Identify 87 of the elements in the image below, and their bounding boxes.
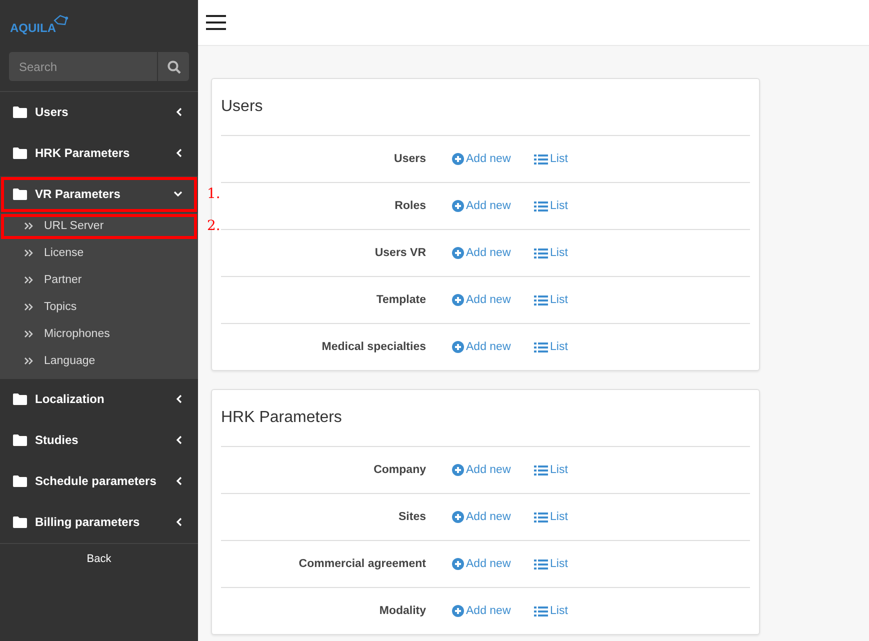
logo-text: AQUILA xyxy=(10,20,56,36)
list-icon xyxy=(534,606,548,616)
submenu-item[interactable]: Microphones xyxy=(0,320,198,348)
add-new-link[interactable]: Add new xyxy=(452,605,511,617)
list-link[interactable]: List xyxy=(534,605,568,617)
row-label: Template xyxy=(375,294,427,306)
menu-item[interactable]: Studies xyxy=(0,420,198,461)
list-icon xyxy=(534,200,548,212)
list-icon xyxy=(534,512,548,522)
add-new-link[interactable]: Add new xyxy=(452,464,511,476)
plus-circle-icon xyxy=(452,153,464,165)
plus-circle-icon xyxy=(452,341,464,353)
add-new-link[interactable]: Add new xyxy=(452,153,511,165)
chevron-left-icon xyxy=(175,435,183,446)
folder-icon xyxy=(13,188,27,200)
row-label: Medical specialties xyxy=(320,341,427,353)
folder-icon xyxy=(13,475,27,488)
list-icon xyxy=(534,294,548,306)
search-field[interactable]: Search xyxy=(9,52,157,81)
folder-icon xyxy=(13,106,27,118)
plus-circle-icon xyxy=(452,605,464,617)
double-chevron-icon xyxy=(24,330,33,338)
folder-icon xyxy=(13,516,27,528)
annotation-number: 1. xyxy=(207,186,220,202)
chevron-left-icon xyxy=(175,476,183,486)
list-link[interactable]: List xyxy=(534,558,568,570)
search-button[interactable] xyxy=(157,52,189,81)
plus-circle-icon xyxy=(452,558,464,570)
row-label: Company xyxy=(372,464,427,476)
plus-circle-icon xyxy=(452,464,464,476)
submenu-item[interactable]: Topics xyxy=(0,294,198,321)
card-title: Users xyxy=(221,79,750,136)
menu-item[interactable]: Localization xyxy=(0,378,198,420)
list-icon xyxy=(534,342,548,352)
plus-circle-icon xyxy=(452,511,464,523)
row-label: Roles xyxy=(394,200,427,212)
list-link[interactable]: List xyxy=(534,464,568,476)
submenu-item[interactable]: Partner xyxy=(0,266,198,294)
list-link[interactable]: List xyxy=(534,153,568,165)
menu-item[interactable]: Users xyxy=(0,92,198,133)
back-link[interactable]: Back xyxy=(86,553,112,566)
annotation-number: 2. xyxy=(207,218,220,234)
menu-button[interactable] xyxy=(206,15,226,30)
row-label: Users VR xyxy=(374,247,427,259)
menu-icon xyxy=(206,15,226,30)
row-label: Sites xyxy=(398,511,427,523)
double-chevron-icon xyxy=(24,276,33,284)
search-icon xyxy=(166,60,180,74)
add-new-link[interactable]: Add new xyxy=(452,511,511,523)
double-chevron-icon xyxy=(24,249,33,258)
add-new-link[interactable]: Add new xyxy=(452,247,511,259)
add-new-link[interactable]: Add new xyxy=(452,294,511,306)
list-icon xyxy=(534,248,548,258)
double-chevron-icon xyxy=(24,222,33,230)
folder-icon xyxy=(13,434,27,446)
chevron-left-icon xyxy=(175,517,183,528)
menu-item[interactable]: HRK Parameters xyxy=(0,132,198,174)
list-link[interactable]: List xyxy=(534,511,568,523)
double-chevron-icon xyxy=(24,357,33,366)
plus-circle-icon xyxy=(452,294,464,306)
chevron-down-icon xyxy=(173,190,183,198)
submenu-item[interactable]: License xyxy=(0,240,198,267)
menu-item[interactable]: Billing parameters xyxy=(0,502,198,543)
chevron-left-icon xyxy=(175,394,183,404)
list-icon xyxy=(534,464,548,476)
menu-item[interactable]: Schedule parameters xyxy=(0,460,198,502)
list-link[interactable]: List xyxy=(534,200,568,212)
row-label: Modality xyxy=(378,605,427,617)
folder-icon xyxy=(13,147,27,160)
list-link[interactable]: List xyxy=(534,341,568,353)
plus-circle-icon xyxy=(452,200,464,212)
submenu-item[interactable]: Language xyxy=(0,348,198,375)
list-icon xyxy=(534,154,548,164)
row-label: Commercial agreement xyxy=(298,558,427,570)
card-title: HRK Parameters xyxy=(221,390,750,447)
chevron-left-icon xyxy=(175,148,183,158)
add-new-link[interactable]: Add new xyxy=(452,558,511,570)
list-icon xyxy=(534,558,548,570)
add-new-link[interactable]: Add new xyxy=(452,341,511,353)
add-new-link[interactable]: Add new xyxy=(452,200,511,212)
folder-icon xyxy=(13,393,27,406)
row-label: Users xyxy=(393,153,427,165)
plus-circle-icon xyxy=(452,247,464,259)
list-link[interactable]: List xyxy=(534,247,568,259)
double-chevron-icon xyxy=(24,303,33,312)
list-link[interactable]: List xyxy=(534,294,568,306)
chevron-left-icon xyxy=(175,107,183,118)
